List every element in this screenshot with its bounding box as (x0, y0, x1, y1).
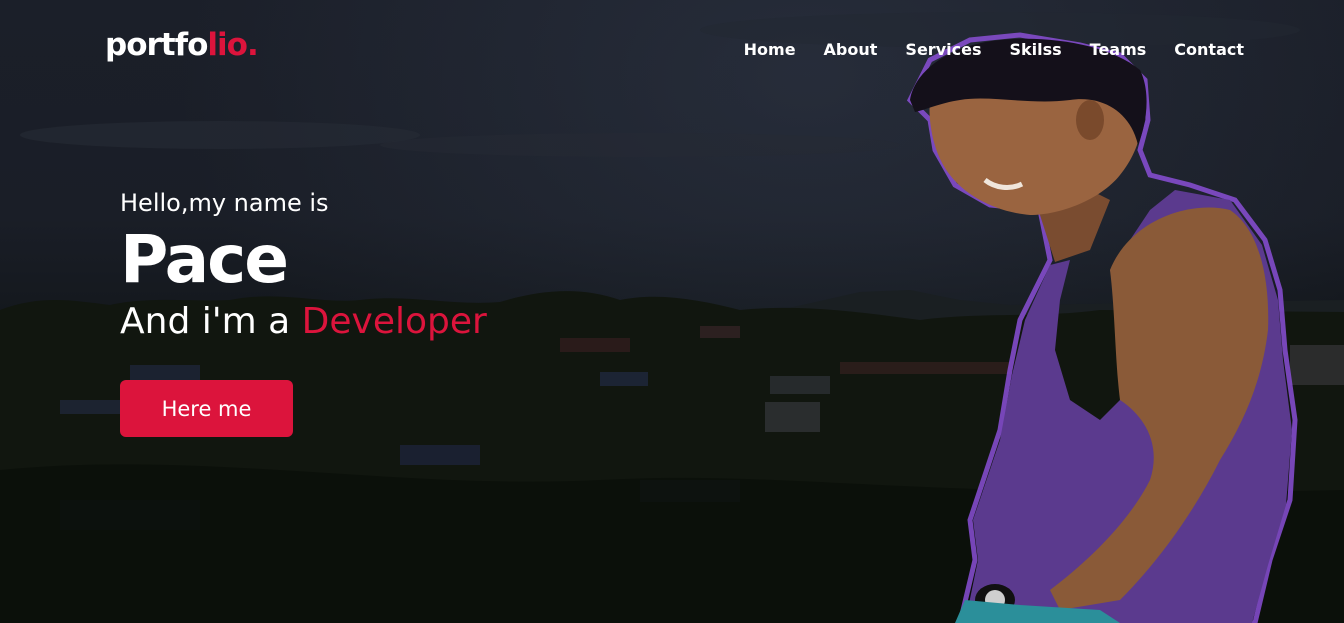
role-line: And i'm a Developer (120, 300, 487, 344)
nav-item-contact: Contact (1174, 40, 1244, 60)
logo[interactable]: portfolio. (105, 27, 259, 63)
role-prefix: And i'm a (120, 301, 302, 342)
nav-item-home: Home (744, 40, 796, 60)
nav-link-contact[interactable]: Contact (1174, 40, 1244, 59)
nav-item-teams: Teams (1090, 40, 1147, 60)
nav-item-services: Services (905, 40, 981, 60)
navbar: portfolio. Home About Services Skilss Te… (0, 0, 1344, 100)
intro-text: Hello,my name is Pace And i'm a Develope… (120, 186, 487, 344)
nav-link-about[interactable]: About (824, 40, 878, 59)
nav-link-services[interactable]: Services (905, 40, 981, 59)
nav-menu: Home About Services Skilss Teams Contact (716, 40, 1244, 60)
nav-link-teams[interactable]: Teams (1090, 40, 1147, 59)
role-highlight: Developer (301, 301, 487, 342)
hire-me-button[interactable]: Here me (120, 380, 293, 437)
logo-main-text: portfo (105, 27, 208, 63)
logo-accent-text: lio. (207, 27, 258, 63)
nav-item-skills: Skilss (1009, 40, 1061, 60)
greeting-text: Hello,my name is (120, 189, 329, 217)
nav-link-home[interactable]: Home (744, 40, 796, 59)
hero-section: portfolio. Home About Services Skilss Te… (0, 0, 1344, 623)
hero-name: Pace (120, 221, 289, 298)
nav-item-about: About (824, 40, 878, 60)
nav-link-skills[interactable]: Skilss (1009, 40, 1061, 59)
